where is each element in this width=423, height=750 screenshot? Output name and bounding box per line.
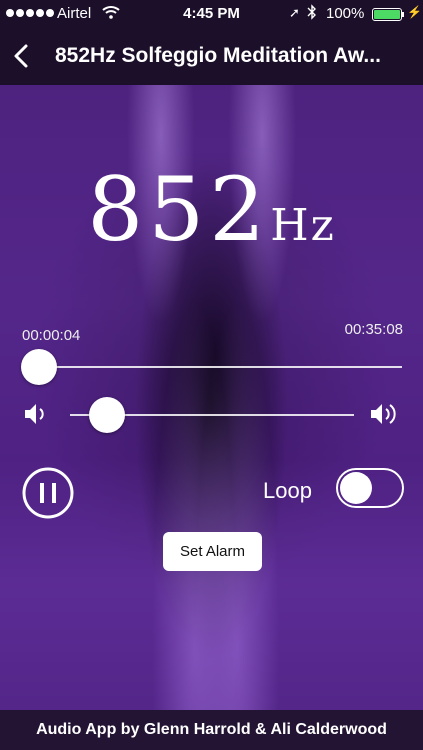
total-time: 00:35:08: [344, 321, 403, 338]
volume-high-icon: [369, 399, 403, 429]
chevron-left-icon: [14, 44, 28, 68]
pause-button[interactable]: [22, 467, 74, 519]
volume-thumb[interactable]: [88, 397, 125, 433]
pause-icon: [22, 467, 74, 519]
bluetooth-icon: [307, 4, 317, 24]
loop-toggle-knob: [340, 472, 372, 504]
loop-toggle[interactable]: [336, 468, 404, 508]
loop-label: Loop: [263, 478, 312, 503]
frequency-display: 852Hz: [0, 158, 423, 261]
progress-track[interactable]: [38, 366, 402, 368]
nav-bar: 852Hz Solfeggio Meditation Aw...: [0, 28, 423, 85]
battery-percent: 100%: [326, 5, 365, 22]
page-title: 852Hz Solfeggio Meditation Aw...: [55, 44, 381, 67]
back-button[interactable]: [8, 36, 38, 76]
footer-credit: Audio App by Glenn Harrold & Ali Calderw…: [0, 710, 423, 750]
charging-bolt-icon: ⚡: [407, 5, 422, 19]
status-bar: Airtel 4:45 PM ➚ 100% ⚡: [0, 0, 423, 28]
battery-tip: [402, 12, 404, 17]
set-alarm-button[interactable]: Set Alarm: [163, 532, 262, 571]
frequency-number: 852: [87, 158, 271, 261]
frequency-unit: Hz: [270, 200, 336, 251]
progress-thumb[interactable]: [20, 349, 57, 385]
elapsed-time: 00:00:04: [22, 327, 81, 344]
location-arrow-icon: ➚: [289, 5, 300, 20]
volume-low-icon: [22, 399, 52, 429]
battery-icon: [372, 8, 402, 21]
